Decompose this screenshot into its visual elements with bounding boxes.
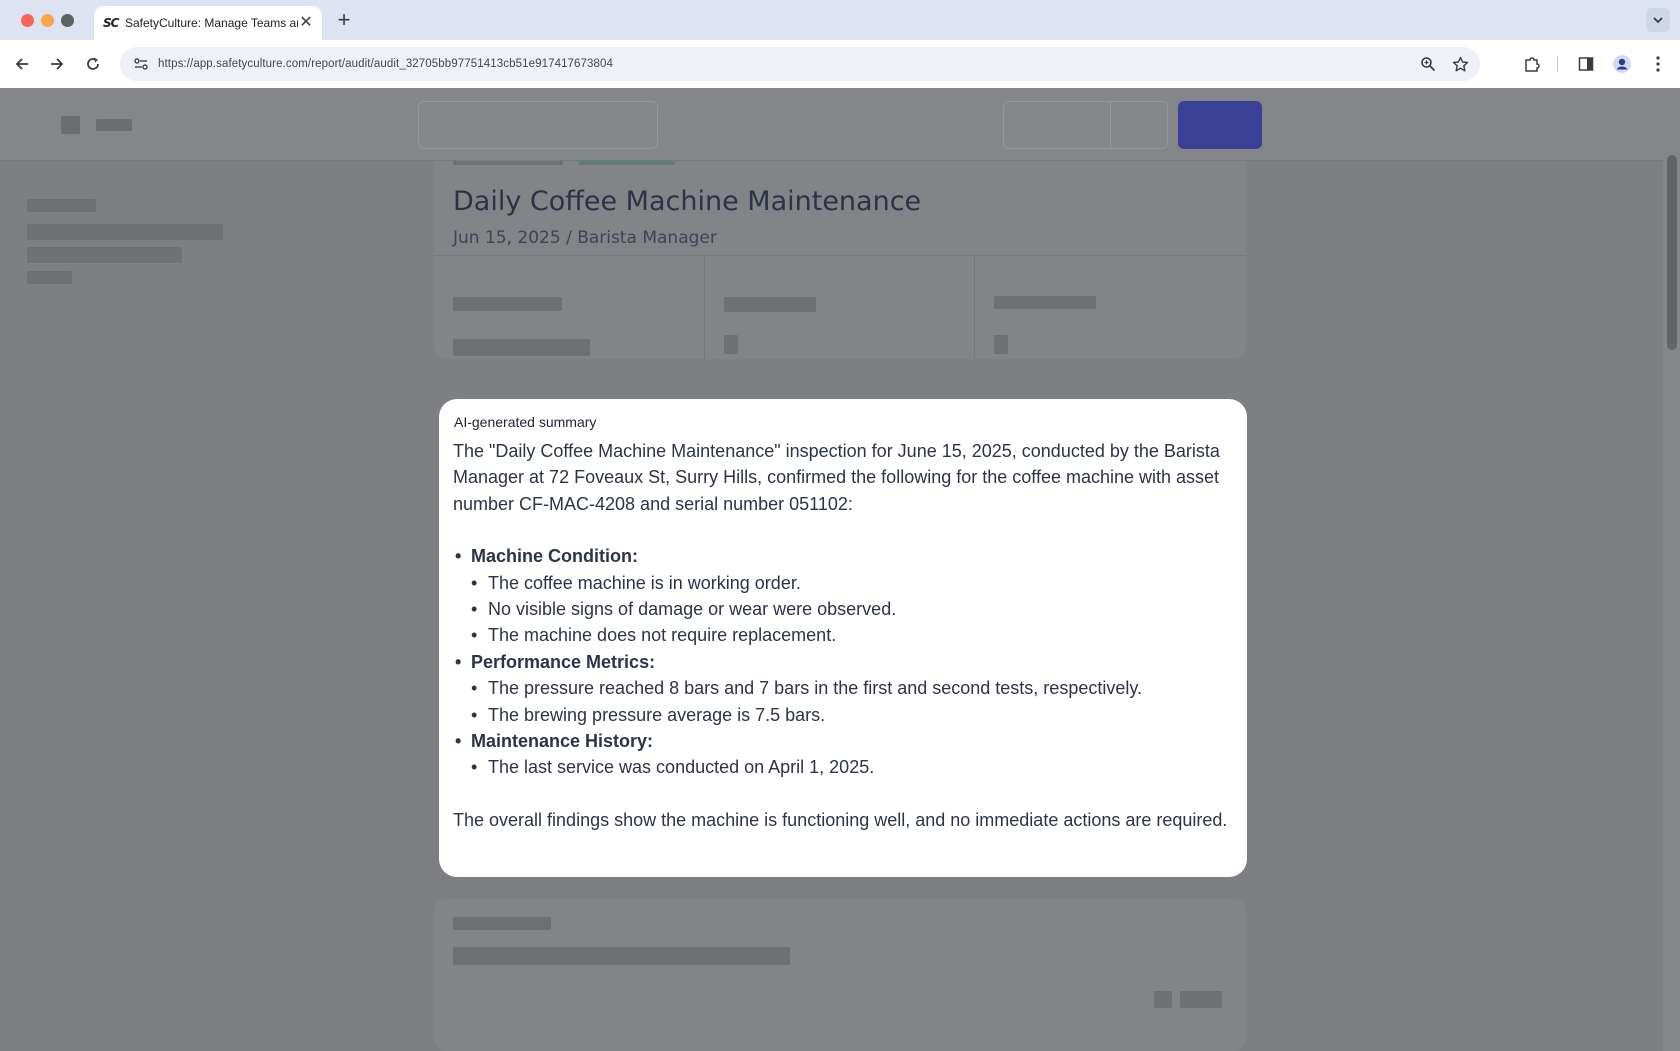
section-skeleton-icon bbox=[1154, 991, 1172, 1008]
summary-list-item: The pressure reached 8 bars and 7 bars i… bbox=[453, 675, 1233, 702]
summary-section-heading: Machine Condition: bbox=[453, 543, 1233, 570]
summary-list-item-text: The last service was conducted on April … bbox=[488, 757, 875, 778]
side-panel-button[interactable] bbox=[1574, 52, 1598, 76]
header-primary-button-placeholder bbox=[1178, 101, 1262, 149]
summary-intro: The "Daily Coffee Machine Maintenance" i… bbox=[453, 441, 1220, 514]
reload-icon bbox=[87, 57, 99, 70]
app-header bbox=[0, 88, 1663, 161]
avatar-icon bbox=[1613, 55, 1631, 73]
card-divider bbox=[704, 255, 705, 359]
stat-label-skeleton bbox=[453, 297, 562, 311]
report-section-card bbox=[434, 899, 1246, 1051]
summary-list-item: The machine does not require replacement… bbox=[453, 622, 1233, 649]
puzzle-icon bbox=[1525, 57, 1540, 72]
stat-value-skeleton bbox=[724, 335, 738, 354]
card-divider bbox=[974, 255, 975, 359]
header-search-placeholder bbox=[418, 101, 658, 149]
tab-title: SafetyCulture: Manage Teams and... bbox=[125, 16, 298, 30]
scrollbar-thumb[interactable] bbox=[1667, 155, 1677, 350]
side-panel-icon bbox=[1578, 57, 1594, 71]
arrow-right-icon bbox=[51, 58, 64, 70]
summary-section-heading: Performance Metrics: bbox=[453, 649, 1233, 676]
ai-summary-card: AI-generated summary The "Daily Coffee M… bbox=[439, 399, 1247, 877]
section-skeleton-line bbox=[453, 917, 551, 930]
address-bar[interactable]: https://app.safetyculture.com/report/aud… bbox=[120, 47, 1480, 81]
stat-value-skeleton bbox=[994, 335, 1008, 354]
summary-list-item: The last service was conducted on April … bbox=[453, 754, 1233, 781]
header-button-group-placeholder bbox=[1003, 101, 1168, 149]
sidebar-skeleton-line bbox=[27, 247, 182, 263]
summary-list-item-text: The coffee machine is in working order. bbox=[488, 572, 801, 593]
summary-conclusion: The overall findings show the machine is… bbox=[453, 809, 1228, 830]
header-logo-placeholder bbox=[61, 116, 80, 134]
zoom-icon bbox=[1421, 57, 1436, 72]
arrow-left-icon bbox=[15, 58, 28, 70]
new-tab-button[interactable]: + bbox=[332, 9, 356, 31]
browser-tab-active[interactable]: SC SafetyCulture: Manage Teams and... ✕ bbox=[94, 6, 322, 40]
back-button[interactable] bbox=[10, 52, 34, 76]
section-skeleton-line bbox=[453, 947, 790, 965]
browser-menu-button[interactable] bbox=[1646, 52, 1670, 76]
stat-label-skeleton bbox=[724, 297, 816, 312]
browser-toolbar: https://app.safetyculture.com/report/aud… bbox=[0, 40, 1680, 88]
report-subtitle: Jun 15, 2025 / Barista Manager bbox=[453, 228, 717, 248]
sidebar-skeleton-line bbox=[27, 271, 72, 284]
summary-list-item-text: The machine does not require replacement… bbox=[488, 625, 837, 646]
summary-list-item: No visible signs of damage or wear were … bbox=[453, 596, 1233, 623]
zoom-button[interactable] bbox=[1412, 56, 1444, 72]
bookmark-button[interactable] bbox=[1444, 56, 1476, 73]
summary-list-item: The coffee machine is in working order. bbox=[453, 570, 1233, 597]
profile-button[interactable] bbox=[1610, 52, 1634, 76]
card-top-accent bbox=[453, 161, 563, 165]
safetyculture-favicon-icon: SC bbox=[103, 16, 119, 30]
tab-search-button[interactable] bbox=[1646, 8, 1670, 32]
card-divider bbox=[434, 255, 1246, 256]
address-bar-actions bbox=[1412, 47, 1480, 81]
site-info-button[interactable] bbox=[124, 56, 158, 72]
stat-value-skeleton bbox=[453, 339, 590, 356]
report-title: Daily Coffee Machine Maintenance bbox=[453, 186, 922, 217]
window-close-control[interactable] bbox=[21, 14, 34, 27]
forward-button[interactable] bbox=[45, 52, 69, 76]
star-icon bbox=[1452, 56, 1468, 71]
summary-list-item-text: The brewing pressure average is 7.5 bars… bbox=[488, 704, 826, 725]
summary-section-heading: Maintenance History: bbox=[453, 728, 1233, 755]
more-vert-icon bbox=[1656, 56, 1660, 72]
window-zoom-control[interactable] bbox=[61, 14, 74, 27]
ai-summary-body: The "Daily Coffee Machine Maintenance" i… bbox=[453, 438, 1233, 833]
sidebar-skeleton-line bbox=[27, 199, 96, 212]
section-skeleton-line bbox=[1180, 991, 1222, 1008]
tune-icon bbox=[134, 58, 148, 70]
summary-list-item: The brewing pressure average is 7.5 bars… bbox=[453, 702, 1233, 729]
window-minimize-control[interactable] bbox=[41, 14, 54, 27]
chevron-down-icon bbox=[1653, 17, 1663, 24]
toolbar-divider bbox=[1557, 56, 1558, 72]
card-top-accent-status bbox=[579, 161, 675, 165]
extensions-button[interactable] bbox=[1520, 52, 1544, 76]
summary-list-item-text: No visible signs of damage or wear were … bbox=[488, 599, 897, 620]
ai-summary-label: AI-generated summary bbox=[454, 414, 597, 430]
stat-label-skeleton bbox=[994, 296, 1096, 309]
summary-list-item-text: The pressure reached 8 bars and 7 bars i… bbox=[488, 678, 1143, 699]
sidebar-skeleton-line bbox=[27, 224, 223, 240]
summary-section-list: Machine Condition: The coffee machine is… bbox=[453, 543, 1233, 781]
browser-tab-strip: SC SafetyCulture: Manage Teams and... ✕ … bbox=[0, 0, 1680, 40]
reload-button[interactable] bbox=[81, 52, 105, 76]
url-text[interactable]: https://app.safetyculture.com/report/aud… bbox=[158, 58, 613, 70]
header-text-placeholder bbox=[96, 119, 132, 131]
tab-close-icon[interactable]: ✕ bbox=[298, 15, 314, 31]
